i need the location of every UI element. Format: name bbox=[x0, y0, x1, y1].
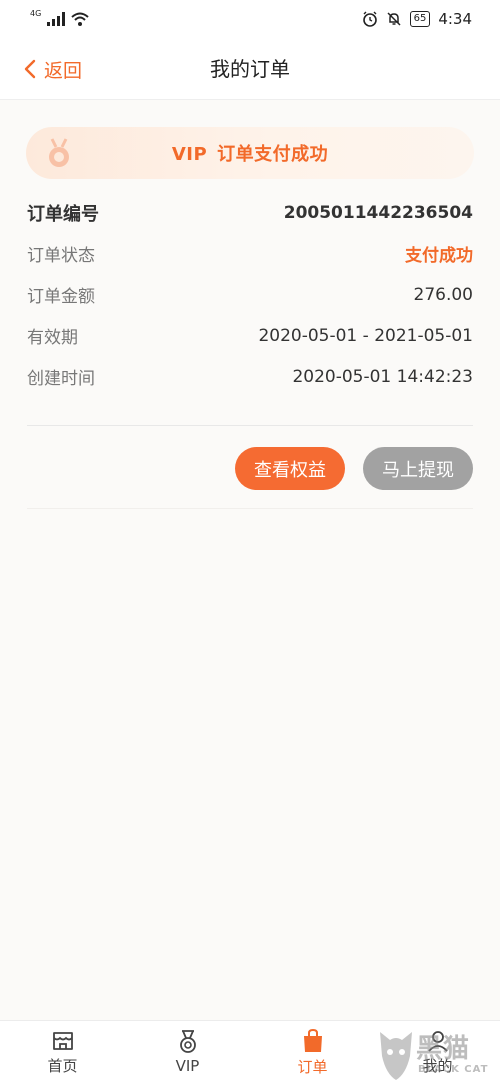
status-bar: 4G 65 4:34 bbox=[0, 0, 500, 38]
order-status-label: 订单状态 bbox=[27, 246, 95, 266]
signal-icon bbox=[47, 12, 66, 26]
shopping-bag-icon bbox=[303, 1028, 322, 1052]
created-time-label: 创建时间 bbox=[27, 369, 95, 389]
created-time-row: 创建时间 2020-05-01 14:42:23 bbox=[27, 356, 473, 397]
network-type: 4G bbox=[30, 8, 42, 18]
order-number-label: 订单编号 bbox=[27, 203, 99, 225]
validity-label: 有效期 bbox=[27, 328, 78, 348]
tab-me-label: 我的 bbox=[422, 1056, 453, 1075]
tab-home[interactable]: 首页 bbox=[0, 1021, 125, 1083]
status-right: 65 4:34 bbox=[362, 10, 472, 28]
divider-lower bbox=[27, 508, 473, 509]
order-number-row: 订单编号 2005011442236504 bbox=[27, 192, 473, 233]
validity-value: 2020-05-01 - 2021-05-01 bbox=[258, 325, 473, 346]
order-amount-label: 订单金额 bbox=[27, 287, 95, 307]
divider bbox=[27, 425, 473, 426]
tab-home-label: 首页 bbox=[47, 1056, 78, 1075]
order-info: 订单编号 2005011442236504 订单状态 支付成功 订单金额 276… bbox=[27, 192, 473, 397]
mute-bell-icon bbox=[387, 12, 401, 26]
banner-vip: VIP bbox=[171, 144, 208, 165]
status-left: 4G bbox=[30, 8, 89, 26]
payment-success-banner: VIP 订单支付成功 bbox=[26, 127, 474, 179]
header: 返回 我的订单 bbox=[0, 38, 500, 100]
medal-icon bbox=[49, 138, 69, 167]
order-status-row: 订单状态 支付成功 bbox=[27, 233, 473, 274]
banner-message: 订单支付成功 bbox=[217, 144, 329, 165]
page-title: 我的订单 bbox=[210, 57, 290, 81]
clock: 4:34 bbox=[438, 10, 472, 28]
view-benefits-button[interactable]: 查看权益 bbox=[235, 447, 345, 490]
order-status-value: 支付成功 bbox=[405, 246, 473, 266]
battery-indicator: 65 bbox=[409, 11, 431, 27]
tab-vip[interactable]: VIP bbox=[125, 1021, 250, 1083]
tab-vip-label: VIP bbox=[175, 1057, 200, 1075]
medal-icon bbox=[179, 1030, 196, 1053]
tab-orders-label: 订单 bbox=[297, 1057, 328, 1076]
user-icon bbox=[427, 1030, 448, 1052]
tab-me[interactable]: 我的 bbox=[375, 1021, 500, 1083]
created-time-value: 2020-05-01 14:42:23 bbox=[292, 366, 473, 387]
wifi-icon bbox=[71, 12, 89, 26]
store-icon bbox=[52, 1031, 73, 1050]
alarm-icon bbox=[362, 11, 377, 27]
validity-row: 有效期 2020-05-01 - 2021-05-01 bbox=[27, 315, 473, 356]
order-amount-row: 订单金额 276.00 bbox=[27, 274, 473, 315]
order-number-value: 2005011442236504 bbox=[283, 202, 473, 223]
bottom-tab-bar: 首页 VIP 订单 我的 bbox=[0, 1020, 500, 1083]
tab-orders[interactable]: 订单 bbox=[250, 1021, 375, 1083]
order-amount-value: 276.00 bbox=[413, 284, 473, 305]
withdraw-button[interactable]: 马上提现 bbox=[363, 447, 473, 490]
banner-text: VIP 订单支付成功 bbox=[172, 140, 328, 166]
